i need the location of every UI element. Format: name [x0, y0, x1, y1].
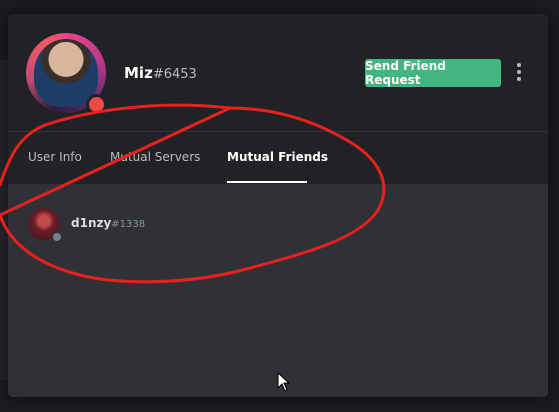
user-profile-modal: Miz#6453 Send Friend Request User Info M…: [8, 14, 548, 397]
profile-header: Miz#6453 Send Friend Request: [8, 14, 548, 131]
tab-mutual-servers[interactable]: Mutual Servers: [110, 150, 200, 164]
profile-avatar[interactable]: [26, 33, 107, 115]
username-text: Miz: [124, 64, 153, 82]
offline-status-icon: [51, 231, 63, 243]
send-friend-request-button[interactable]: Send Friend Request: [365, 59, 501, 87]
username-discriminator: #6453: [152, 67, 197, 82]
friend-name: d1nzy#1338: [71, 216, 145, 230]
profile-tabs: User Info Mutual Servers Mutual Friends: [8, 131, 548, 184]
dnd-status-icon: [86, 94, 107, 115]
mouse-cursor-icon: [277, 372, 291, 392]
more-vertical-icon[interactable]: [513, 61, 525, 85]
friend-username: d1nzy: [71, 216, 112, 230]
tab-user-info[interactable]: User Info: [28, 150, 82, 164]
profile-username: Miz#6453: [124, 64, 197, 82]
tab-mutual-friends[interactable]: Mutual Friends: [227, 150, 328, 164]
active-tab-indicator: [227, 181, 307, 183]
friend-discriminator: #1338: [111, 219, 146, 230]
